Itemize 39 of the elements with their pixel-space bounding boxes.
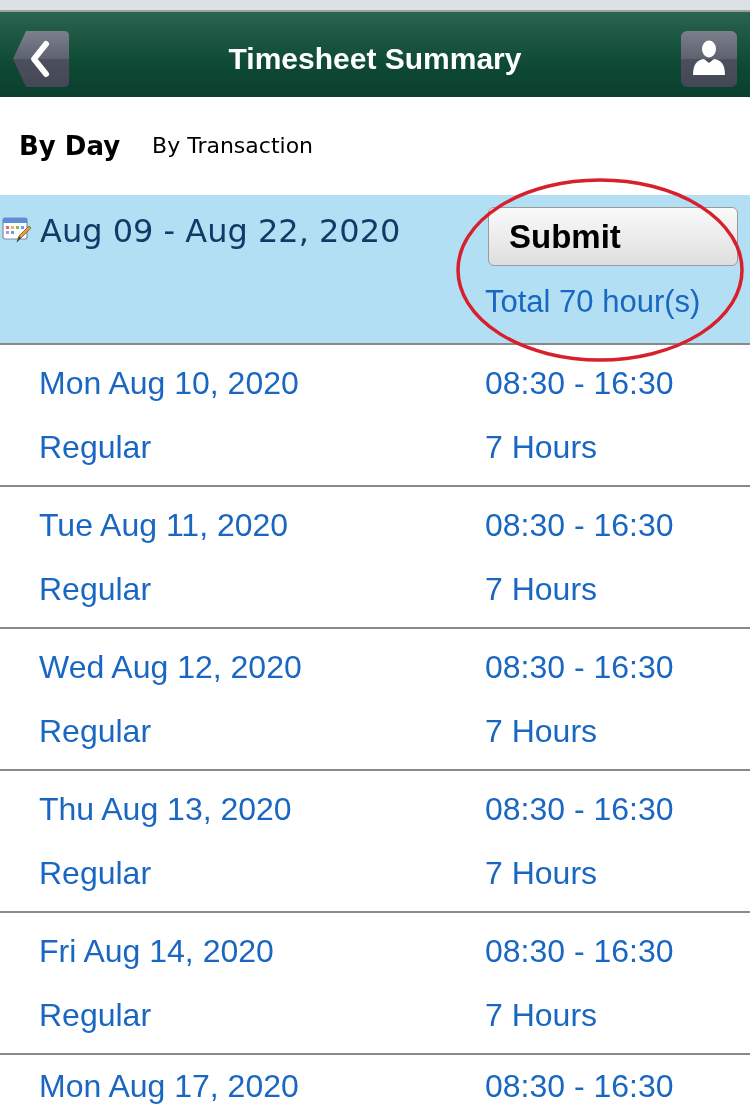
entry-pay-type: Regular	[39, 713, 153, 749]
entry-time-range: 08:30 - 16:30	[485, 507, 674, 543]
entry-pay-type: Regular	[39, 571, 153, 607]
entry-date: Tue Aug 11, 2020	[39, 507, 290, 543]
entry-date: Mon Aug 17, 2020	[39, 1068, 300, 1104]
view-tab[interactable]: By Transaction	[152, 131, 314, 161]
day-entry[interactable]: Thu Aug 13, 2020 08:30 - 16:30 Regular 7 Hours	[0, 771, 750, 913]
entry-time-range: 08:30 - 16:30	[485, 933, 674, 969]
total-hours: Total 70 hour(s)	[485, 284, 701, 320]
screen-title: Timesheet Summary	[228, 40, 522, 77]
view-tab[interactable]: By Day	[19, 131, 121, 161]
back-button[interactable]	[12, 29, 70, 88]
person-icon	[680, 29, 738, 88]
entry-time-range: 08:30 - 16:30	[485, 649, 674, 685]
entry-pay-type: Regular	[39, 997, 153, 1033]
day-entry[interactable]: Fri Aug 14, 2020 08:30 - 16:30 Regular 7 Hours	[0, 913, 750, 1055]
back-arrow-icon	[12, 29, 70, 88]
entry-date: Fri Aug 14, 2020	[39, 933, 275, 969]
day-entry[interactable]: Mon Aug 10, 2020 08:30 - 16:30 Regular 7 Hours	[0, 345, 750, 487]
entry-hours: 7 Hours	[485, 571, 598, 607]
entry-date: Thu Aug 13, 2020	[39, 791, 293, 827]
entry-date: Mon Aug 10, 2020	[39, 365, 300, 401]
entry-hours: 7 Hours	[485, 997, 598, 1033]
pay-period-range: Aug 09 - Aug 22, 2020	[40, 211, 401, 251]
entry-time-range: 08:30 - 16:30	[485, 791, 674, 827]
entry-time-range: 08:30 - 16:30	[485, 1068, 674, 1104]
day-entry[interactable]: Mon Aug 17, 2020 08:30 - 16:30	[0, 1055, 750, 1104]
entry-hours: 7 Hours	[485, 713, 598, 749]
entry-pay-type: Regular	[39, 429, 153, 465]
entry-date: Wed Aug 12, 2020	[39, 649, 303, 685]
calendar-pencil-icon	[2, 215, 32, 245]
profile-button[interactable]	[680, 29, 738, 88]
entry-hours: 7 Hours	[485, 855, 598, 891]
entry-time-range: 08:30 - 16:30	[485, 365, 674, 401]
entry-pay-type: Regular	[39, 855, 153, 891]
submit-button[interactable]: Submit	[488, 207, 738, 266]
day-entry[interactable]: Tue Aug 11, 2020 08:30 - 16:30 Regular 7 Hours	[0, 487, 750, 629]
day-entry[interactable]: Wed Aug 12, 2020 08:30 - 16:30 Regular 7 Hours	[0, 629, 750, 771]
entry-hours: 7 Hours	[485, 429, 598, 465]
